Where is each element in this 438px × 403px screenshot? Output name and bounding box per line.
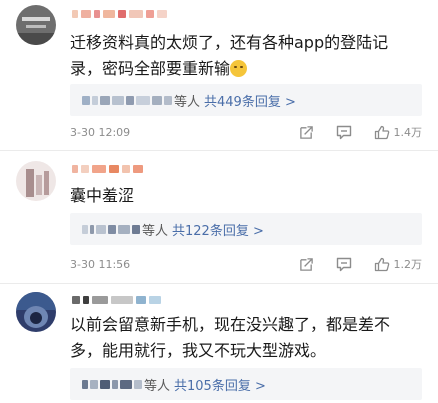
view-replies-link[interactable]: 共105条回复 > [174,375,266,394]
reply-summary[interactable]: 等人 共105条回复 > [70,368,422,400]
replier-names [82,379,142,389]
like-count: 1.4万 [393,126,423,139]
comment-text: 囊中羞涩 [70,186,135,205]
reply-button[interactable] [336,125,352,140]
reply-button[interactable] [336,257,352,272]
like-button[interactable]: 1.4万 [374,124,423,140]
avatar[interactable] [16,5,56,45]
share-button[interactable] [299,257,314,272]
reply-summary[interactable]: 等人 共449条回复 > [70,84,422,116]
timestamp: 3-30 12:09 [70,125,131,139]
comment-icon [336,257,351,271]
view-replies-link[interactable]: 共122条回复 > [172,220,264,239]
comment-item: 囊中羞涩 等人 共122条回复 > 3-30 11:56 1.2万 [0,151,438,283]
thumbs-up-icon [374,125,389,139]
thumbs-up-icon [374,257,389,271]
comment-text: 以前会留意新手机，现在没兴趣了，都是差不多，能用就行，我又不玩大型游戏。 [70,315,391,360]
username[interactable] [72,8,192,20]
username[interactable] [72,163,192,175]
avatar[interactable] [16,161,56,201]
share-icon [299,257,313,271]
reply-suffix: 等人 [144,378,171,394]
share-button[interactable] [299,125,314,140]
view-replies-link[interactable]: 共449条回复 > [204,91,296,110]
comment-icon [336,125,351,139]
reply-summary[interactable]: 等人 共122条回复 > [70,213,422,245]
like-button[interactable]: 1.2万 [374,256,423,272]
comment-text: 迁移资料真的太烦了，还有各种app的登陆记录，密码全部要重新输 [70,33,389,78]
comment-item: 迁移资料真的太烦了，还有各种app的登陆记录，密码全部要重新输 等人 共449条… [0,0,438,150]
reply-suffix: 等人 [142,223,169,239]
comment-item: 以前会留意新手机，现在没兴趣了，都是差不多，能用就行，我又不玩大型游戏。 等人 … [0,284,438,403]
comment-meta: 3-30 12:09 1.4万 [70,122,422,142]
replier-names [82,224,140,234]
grimace-emoji-icon [230,60,248,77]
like-count: 1.2万 [393,258,423,271]
replier-names [82,95,172,105]
reply-suffix: 等人 [174,94,201,110]
timestamp: 3-30 11:56 [70,257,131,271]
share-icon [299,125,313,139]
avatar[interactable] [16,292,56,332]
username[interactable] [72,294,192,306]
comment-meta: 3-30 11:56 1.2万 [70,254,422,274]
